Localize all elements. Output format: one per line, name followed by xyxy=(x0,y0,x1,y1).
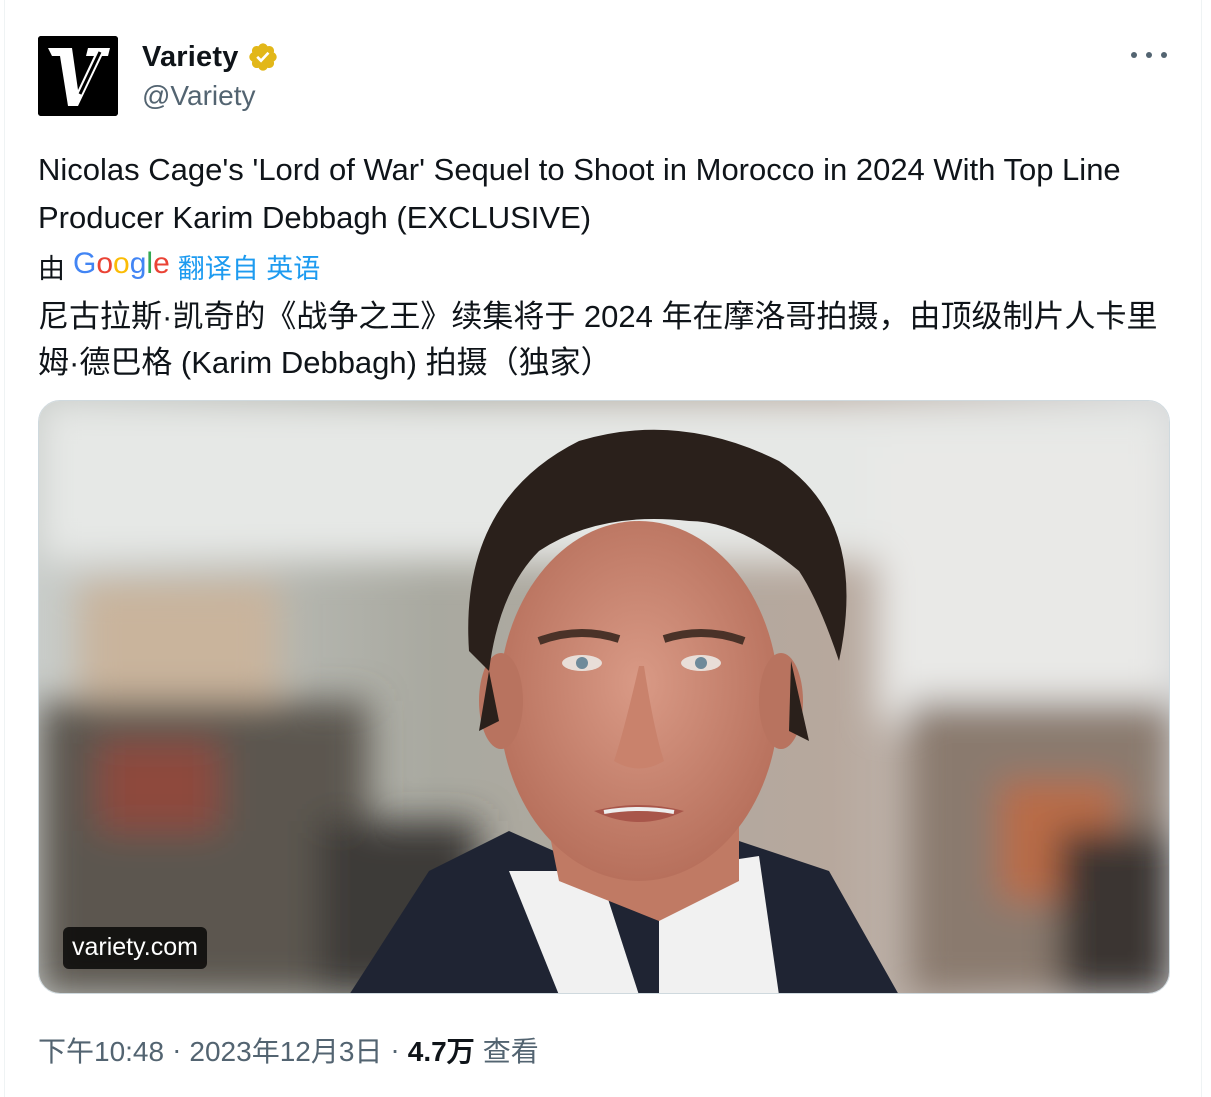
tweet-text: Nicolas Cage's 'Lord of War' Sequel to S… xyxy=(38,152,1121,235)
views-label[interactable]: 查看 xyxy=(483,1030,539,1070)
link-card-media[interactable]: variety.com xyxy=(38,400,1170,994)
author-display-name[interactable]: Variety xyxy=(142,41,239,74)
more-dot xyxy=(1146,52,1152,58)
translation-by-label: 由 xyxy=(38,253,65,284)
author-name-row[interactable]: Variety xyxy=(142,38,279,76)
tweet-date[interactable]: 2023年12月3日 xyxy=(189,1030,382,1070)
article-photo xyxy=(39,401,1169,993)
verified-badge-icon[interactable] xyxy=(247,41,279,73)
meta-separator: · xyxy=(390,1034,400,1065)
more-options-icon[interactable] xyxy=(1131,40,1167,70)
tweet-meta: 下午10:48 · 2023年12月3日 · 4.7万 查看 xyxy=(38,1030,539,1070)
meta-separator: · xyxy=(172,1034,182,1065)
author-handle[interactable]: @Variety xyxy=(142,80,256,112)
more-dot xyxy=(1161,52,1167,58)
link-domain-badge[interactable]: variety.com xyxy=(63,927,207,969)
translation-source-link[interactable]: 翻译自 英语 xyxy=(178,247,321,286)
translation-attribution: 由 Google 翻译自 英语 xyxy=(38,244,320,288)
variety-logo-icon xyxy=(38,36,118,116)
translated-text: 尼古拉斯·凯奇的《战争之王》续集将于 2024 年在摩洛哥拍摄，由顶级制片人卡里… xyxy=(38,299,1158,380)
more-dot xyxy=(1131,52,1137,58)
google-logo: Google xyxy=(73,247,170,280)
author-avatar[interactable] xyxy=(38,36,118,116)
tweet-time[interactable]: 下午10:48 xyxy=(38,1030,164,1070)
views-count[interactable]: 4.7万 xyxy=(408,1030,475,1070)
